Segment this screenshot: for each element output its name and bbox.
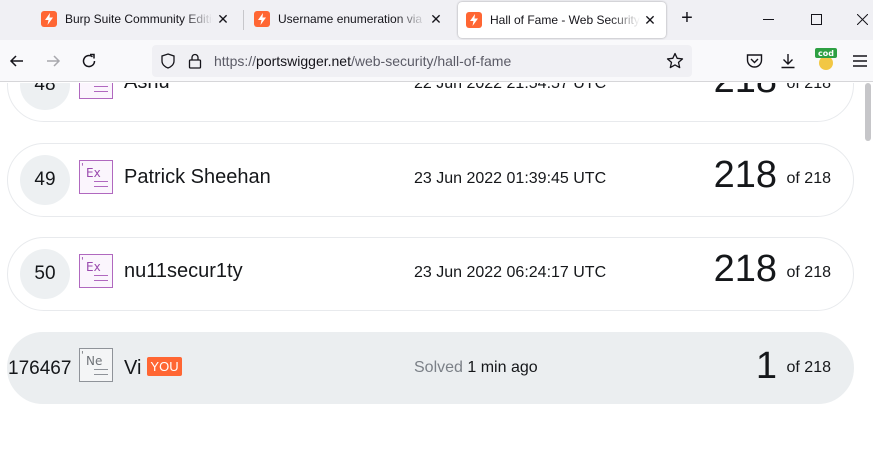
back-button[interactable]	[2, 46, 32, 76]
url-host: portswigger.net	[256, 53, 351, 69]
burp-favicon-icon	[41, 11, 57, 27]
navigation-toolbar: https://portswigger.net/web-security/hal…	[0, 40, 873, 82]
tab-burp-suite[interactable]: Burp Suite Community Edition ✕	[33, 0, 239, 38]
user-name: Vi	[124, 357, 142, 379]
solved-count: 218	[714, 83, 777, 102]
completion-date: 22 Jun 2022 21:54:57 UTC	[414, 83, 607, 92]
new-tab-button[interactable]: +	[676, 8, 698, 30]
maximize-icon	[810, 13, 822, 25]
url-text[interactable]: https://portswigger.net/web-security/hal…	[214, 53, 511, 69]
close-icon	[856, 13, 868, 25]
user-name-wrap: Vi YOU	[124, 357, 182, 380]
extension-label: cod	[818, 49, 834, 58]
badge-lines	[94, 275, 108, 281]
portswigger-favicon-icon	[466, 12, 482, 28]
reload-button[interactable]	[74, 46, 104, 76]
badge-lines	[94, 369, 108, 375]
tab-title: Hall of Fame - Web Security Academy	[490, 13, 640, 27]
current-user-row: 176467 Ne Vi YOU Solved 1 min ago 1 of 21…	[7, 332, 854, 404]
expert-badge-icon: Ex	[79, 83, 113, 99]
novice-badge-icon: Ne	[79, 348, 113, 382]
extension-button[interactable]: cod	[814, 48, 838, 72]
pocket-icon	[746, 54, 762, 68]
url-scheme: https://	[214, 53, 257, 69]
page-scrollbar[interactable]	[865, 83, 871, 141]
downloads-button[interactable]	[778, 51, 798, 71]
address-bar[interactable]: https://portswigger.net/web-security/hal…	[152, 45, 692, 77]
badge-symbol: Ex	[81, 256, 101, 274]
rank-number: 176467	[8, 358, 72, 379]
rank-number: 48	[20, 83, 70, 110]
forward-button[interactable]	[38, 46, 68, 76]
lock-icon[interactable]	[188, 53, 202, 69]
solved-time: 1 min ago	[467, 359, 538, 376]
leaderboard-row: 48 Ex Ashu 22 Jun 2022 21:54:57 UTC 218 …	[7, 83, 854, 122]
extension-cod-icon: cod	[815, 48, 837, 70]
badge-lines	[94, 86, 108, 92]
leaderboard-row: 50 Ex nu11secur1ty 23 Jun 2022 06:24:17 …	[7, 237, 854, 311]
completion-date: 23 Jun 2022 01:39:45 UTC	[414, 170, 607, 187]
pocket-button[interactable]	[744, 51, 764, 71]
reload-icon	[82, 53, 96, 68]
portswigger-favicon-icon	[254, 11, 270, 27]
tab-username-enumeration[interactable]: Username enumeration via different respo…	[246, 0, 452, 38]
badge-symbol: Ex	[86, 83, 101, 85]
close-tab-icon[interactable]: ✕	[642, 12, 658, 28]
hall-of-fame-page: 48 Ex Ashu 22 Jun 2022 21:54:57 UTC 218 …	[0, 83, 873, 452]
tab-hall-of-fame[interactable]: Hall of Fame - Web Security Academy ✕	[458, 2, 666, 38]
minimize-icon	[762, 18, 774, 20]
badge-symbol: Ne	[81, 350, 102, 368]
total-labs: of 218	[786, 83, 831, 92]
user-name: Ashu	[124, 83, 170, 94]
solved-count: 1	[755, 345, 777, 387]
arrow-right-icon	[47, 55, 61, 67]
rank-number: 50	[20, 249, 70, 299]
app-menu-button[interactable]	[850, 51, 870, 71]
close-tab-icon[interactable]: ✕	[215, 11, 231, 27]
total-labs: of 218	[786, 359, 831, 376]
hamburger-menu-icon	[853, 55, 867, 67]
tab-separator	[243, 10, 244, 30]
tab-title: Username enumeration via different respo…	[278, 12, 426, 26]
arrow-left-icon	[9, 55, 23, 67]
download-icon	[781, 54, 795, 69]
rank-number: 49	[20, 155, 70, 205]
tab-strip: Burp Suite Community Edition ✕ Username …	[0, 0, 873, 40]
solved-count: 218	[713, 154, 777, 196]
total-labs: of 218	[786, 170, 831, 187]
total-labs: of 218	[786, 264, 831, 281]
minimize-window-button[interactable]	[745, 0, 791, 38]
user-name: Patrick Sheehan	[124, 166, 271, 188]
solved-label: Solved	[414, 359, 463, 376]
tab-title: Burp Suite Community Edition	[65, 12, 213, 26]
tracking-protection-shield-icon[interactable]	[160, 53, 176, 69]
url-path: /web-security/hall-of-fame	[350, 53, 512, 69]
maximize-window-button[interactable]	[793, 0, 839, 38]
close-tab-icon[interactable]: ✕	[428, 11, 444, 27]
completion-date: 23 Jun 2022 06:24:17 UTC	[414, 264, 607, 281]
badge-symbol: Ex	[81, 162, 101, 180]
bookmark-star-icon[interactable]	[666, 52, 684, 70]
expert-badge-icon: Ex	[79, 254, 113, 288]
you-badge: YOU	[147, 357, 182, 376]
user-name: nu11secur1ty	[124, 260, 243, 282]
close-window-button[interactable]	[839, 0, 873, 38]
solved-count: 218	[713, 248, 777, 290]
solved-status: Solved 1 min ago	[414, 359, 538, 377]
badge-lines	[94, 181, 108, 187]
expert-badge-icon: Ex	[79, 160, 113, 194]
leaderboard-row: 49 Ex Patrick Sheehan 23 Jun 2022 01:39:…	[7, 143, 854, 217]
